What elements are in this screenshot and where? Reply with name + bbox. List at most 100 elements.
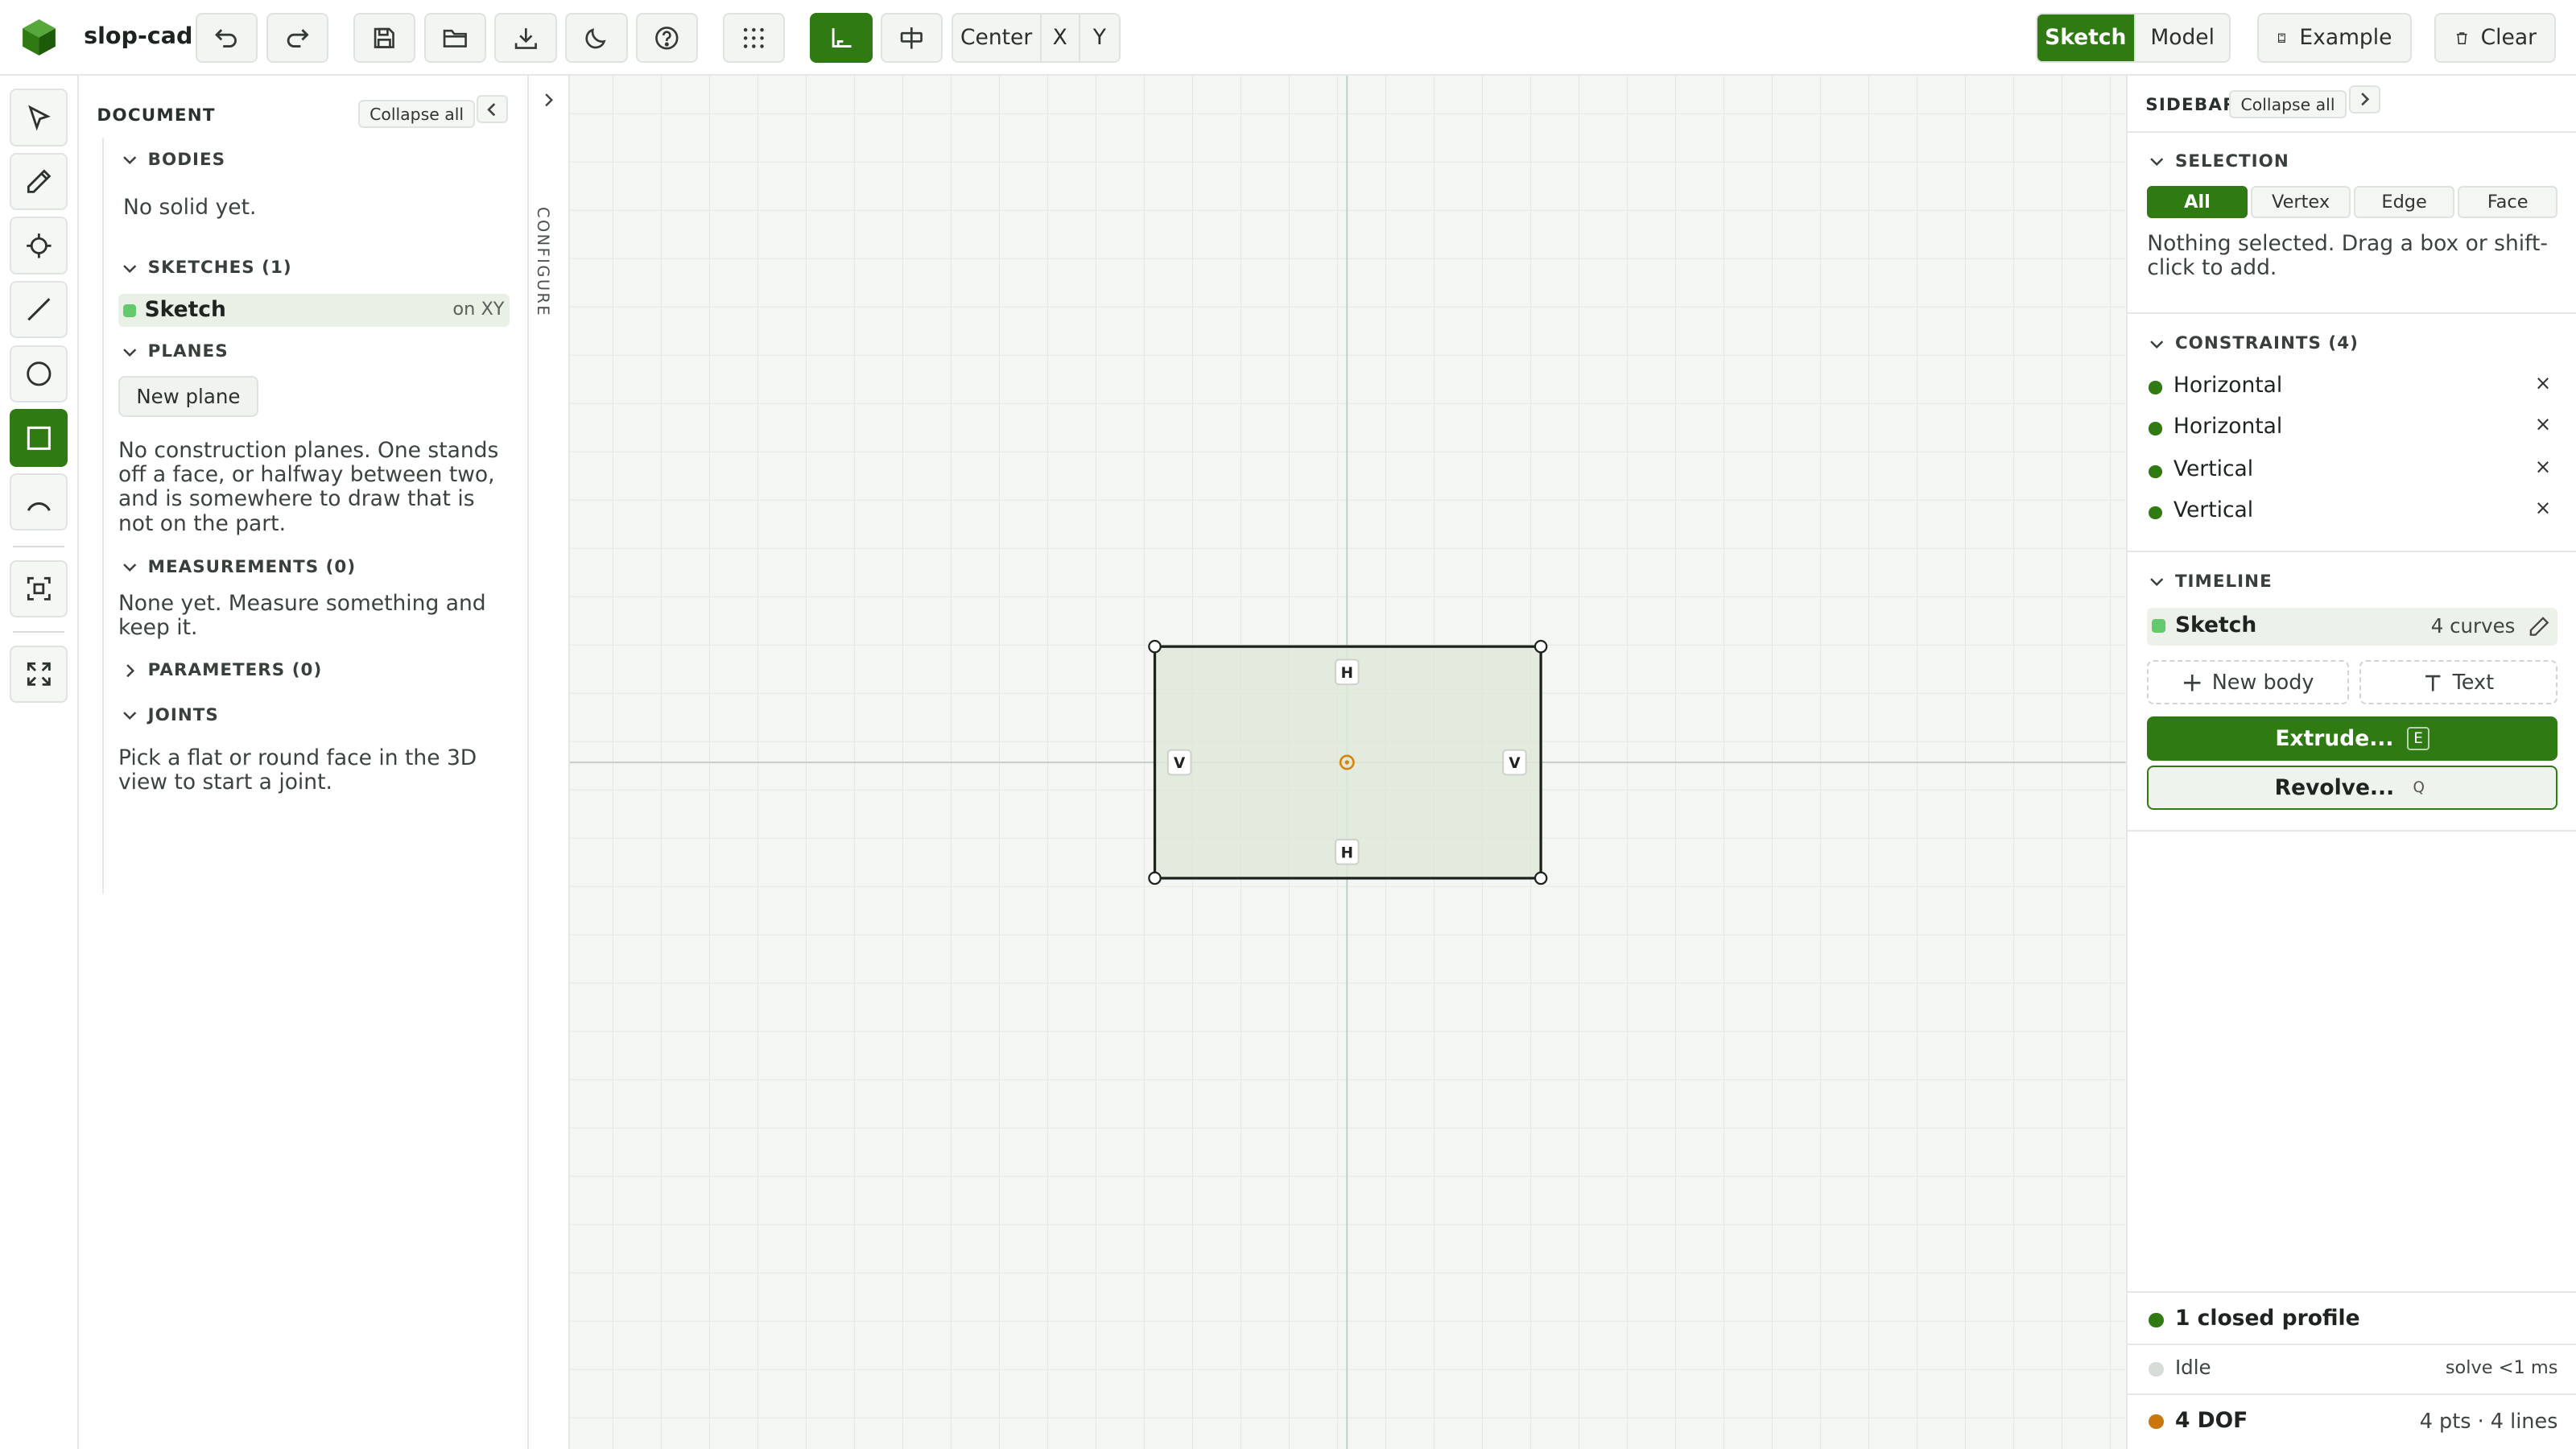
fit-selection-tool[interactable] xyxy=(10,559,68,618)
bodies-section-header[interactable]: BODIES xyxy=(122,150,225,170)
sketch-plane-button[interactable] xyxy=(880,13,943,63)
constraint-item[interactable]: Vertical × xyxy=(2147,496,2557,529)
sketches-section-header[interactable]: SKETCHES (1) xyxy=(122,258,292,278)
export-button[interactable] xyxy=(494,13,557,63)
vertex-handle[interactable] xyxy=(1534,639,1548,654)
constraint-badge-right[interactable]: V xyxy=(1502,749,1527,776)
parameters-section-title: PARAMETERS (0) xyxy=(147,660,323,681)
circle-tool[interactable] xyxy=(10,345,68,402)
selection-section-header[interactable]: SELECTION xyxy=(2149,151,2289,171)
constraint-badge-top[interactable]: H xyxy=(1335,658,1360,686)
top-toolbar: slop-cad Center X Y Sketch Model Example… xyxy=(0,0,2576,76)
chevron-down-icon xyxy=(2150,340,2164,349)
undo-button[interactable] xyxy=(195,13,258,63)
rectangle-tool[interactable] xyxy=(10,409,68,467)
document-title: DOCUMENT xyxy=(97,105,216,126)
sketch-canvas[interactable]: H H V V xyxy=(570,75,2126,1449)
new-body-label: New body xyxy=(2211,670,2314,695)
constraint-status-dot xyxy=(2149,506,2162,519)
construction-toggle-button[interactable] xyxy=(810,13,873,63)
mode-model-tab[interactable]: Model xyxy=(2136,14,2229,60)
vertex-handle[interactable] xyxy=(1148,871,1162,886)
timeline-section-title: TIMELINE xyxy=(2174,572,2273,592)
constraint-badge-left-label: V xyxy=(1174,755,1186,772)
select-tool[interactable] xyxy=(10,89,68,147)
filter-all-button[interactable]: All xyxy=(2147,185,2248,219)
solver-status: Idle solve <1 ms xyxy=(2147,1354,2557,1387)
sketch-list-item[interactable]: Sketch on XY xyxy=(118,294,510,328)
divider xyxy=(2127,1291,2576,1294)
new-plane-button[interactable]: New plane xyxy=(118,376,258,418)
chevron-down-icon xyxy=(123,564,137,572)
sidebar-title: SIDEBAR xyxy=(2145,95,2237,116)
remove-constraint-button[interactable]: × xyxy=(2535,496,2552,519)
line-tool[interactable] xyxy=(10,280,68,339)
extrude-button[interactable]: Extrude... E xyxy=(2147,716,2558,761)
revolve-button[interactable]: Revolve... Q xyxy=(2147,766,2558,811)
constraint-badge-bottom[interactable]: H xyxy=(1335,838,1360,865)
arc-tool[interactable] xyxy=(10,473,68,531)
remove-constraint-button[interactable]: × xyxy=(2535,412,2552,436)
new-body-button[interactable]: New body xyxy=(2147,660,2350,705)
sketch-viewport[interactable]: H H V V xyxy=(570,75,2126,1449)
solver-state: Idle xyxy=(2174,1355,2211,1379)
filter-face-button[interactable]: Face xyxy=(2457,185,2558,219)
axis-x-button[interactable]: X xyxy=(1042,14,1080,61)
clear-button[interactable]: Clear xyxy=(2434,13,2557,63)
book-icon xyxy=(2278,33,2286,43)
divider xyxy=(2127,550,2576,552)
collapse-sidebar-button[interactable] xyxy=(2349,85,2381,114)
theme-toggle-button[interactable] xyxy=(565,13,628,63)
remove-constraint-button[interactable]: × xyxy=(2535,455,2552,478)
pencil-icon xyxy=(27,169,51,193)
fullscreen-tool[interactable] xyxy=(10,646,68,704)
axis-y-button[interactable]: Y xyxy=(1080,14,1119,60)
measurements-section-title: MEASUREMENTS (0) xyxy=(147,556,357,577)
vertex-handle[interactable] xyxy=(1148,639,1162,654)
constraints-section-header[interactable]: CONSTRAINTS (4) xyxy=(2149,333,2359,353)
filter-edge-button[interactable]: Edge xyxy=(2354,185,2454,219)
pencil-tool[interactable] xyxy=(10,152,68,211)
constraint-badge-left[interactable]: V xyxy=(1166,749,1192,776)
grid-toggle-button[interactable] xyxy=(722,13,786,63)
snap-center-button[interactable]: Center xyxy=(953,14,1042,61)
line-icon xyxy=(27,298,51,321)
planes-section-header[interactable]: PLANES xyxy=(122,341,229,361)
constraint-item[interactable]: Vertical × xyxy=(2147,455,2557,488)
selection-filter-group: All Vertex Edge Face xyxy=(2147,185,2558,219)
constraint-item[interactable]: Horizontal × xyxy=(2147,412,2557,445)
filter-vertex-button[interactable]: Vertex xyxy=(2250,185,2351,219)
measurements-section-header[interactable]: MEASUREMENTS (0) xyxy=(122,557,356,577)
configure-strip[interactable]: CONFIGURE xyxy=(529,75,571,1449)
constraint-name: Vertical xyxy=(2173,456,2254,482)
mode-sketch-tab[interactable]: Sketch xyxy=(2037,14,2136,61)
help-button[interactable] xyxy=(635,13,699,63)
sidebar-collapse-all-button[interactable]: Collapse all xyxy=(2229,90,2347,118)
moon-icon xyxy=(585,27,607,48)
collapse-document-panel-button[interactable] xyxy=(476,95,508,124)
edit-pencil-icon[interactable] xyxy=(2529,616,2550,638)
open-button[interactable] xyxy=(423,13,487,63)
vertex-handle[interactable] xyxy=(1534,871,1548,886)
timeline-section-header[interactable]: TIMELINE xyxy=(2149,572,2272,592)
plane-icon xyxy=(901,27,923,49)
parameters-section-header[interactable]: PARAMETERS (0) xyxy=(122,660,322,680)
chevron-right-icon[interactable] xyxy=(540,92,556,108)
example-button[interactable]: Example xyxy=(2257,13,2412,63)
app-logo-icon xyxy=(23,19,56,56)
profile-status-text: 1 closed profile xyxy=(2174,1306,2360,1331)
sketch-color-dot xyxy=(123,303,137,317)
document-collapse-all-button[interactable]: Collapse all xyxy=(357,100,476,129)
remove-constraint-button[interactable]: × xyxy=(2535,371,2552,394)
tool-rail xyxy=(0,75,79,1449)
redo-button[interactable] xyxy=(266,13,329,63)
grid-dots-icon xyxy=(744,27,765,48)
text-button[interactable]: Text xyxy=(2359,660,2558,705)
point-tool[interactable] xyxy=(10,217,68,275)
app-name: slop-cad xyxy=(84,21,193,49)
revolve-label: Revolve... xyxy=(2274,775,2395,801)
joints-section-header[interactable]: JOINTS xyxy=(122,705,219,725)
constraint-item[interactable]: Horizontal × xyxy=(2147,371,2557,404)
timeline-item[interactable]: Sketch 4 curves xyxy=(2147,608,2558,646)
save-button[interactable] xyxy=(353,13,416,63)
